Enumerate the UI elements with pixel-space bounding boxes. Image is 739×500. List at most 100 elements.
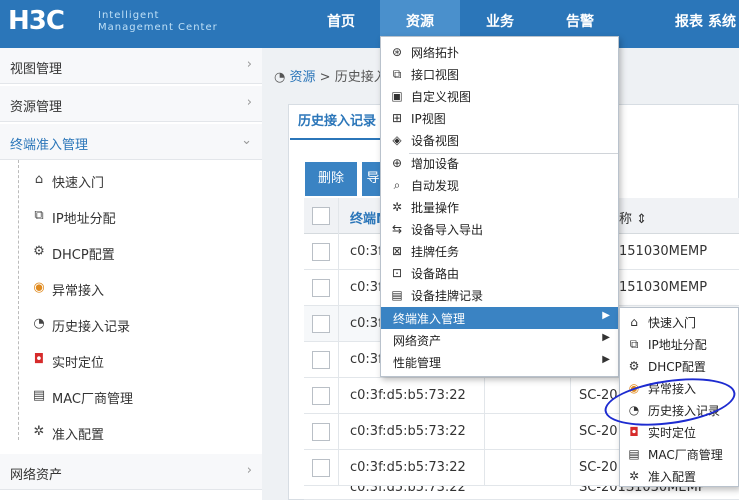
row-checkbox[interactable] [312,279,330,297]
menu-item-label: 设备视图 [411,134,460,148]
column-divider [338,270,339,306]
ip-icon: ⧉ [34,208,44,223]
submenu-item-mac-vendor[interactable]: ▤ MAC厂商管理 [620,443,739,465]
nav-system[interactable]: 系统 [708,0,739,48]
menu-item-device-view[interactable]: ◈ 设备视图 [381,129,618,151]
menu-item-performance[interactable]: 性能管理 ▶ [381,351,618,373]
menu-item-label: 自动发现 [411,179,460,193]
cell-name: SC-20 [579,460,618,475]
sidebar-group-label: 终端准入管理 [10,138,89,153]
row-checkbox[interactable] [312,459,330,477]
cell-mac: c0:3f:d5:b5:73:22 [350,486,466,495]
submenu-item-label: IP地址分配 [648,338,707,352]
home-icon: ⌂ [34,172,44,187]
submenu-item-label: 准入配置 [648,470,697,484]
sidebar-group-label: 网络资产 [10,468,63,483]
column-divider [570,450,571,486]
row-checkbox[interactable] [312,387,330,405]
breadcrumb-link-resource[interactable]: 资源 [289,70,315,85]
sidebar-item-mac-vendor[interactable]: ▤ MAC厂商管理 [0,379,262,415]
row-checkbox[interactable] [312,423,330,441]
sidebar-item-label: 历史接入记录 [52,320,131,335]
menu-item-label: 终端准入管理 [393,312,466,326]
table-row[interactable]: c0:3f:d5:b5:73:22 SC-201S1030MEMP [304,486,739,500]
history-icon: ◔ [33,316,45,331]
sidebar-item-quickstart[interactable]: ⌂ 快速入门 [0,163,262,199]
menu-item-tag-records[interactable]: ▤ 设备挂牌记录 [381,284,618,306]
device-icon: ▤ [628,447,640,461]
sidebar-group-network-assets[interactable]: 网络资产 › [0,454,262,490]
menu-item-terminal-access[interactable]: 终端准入管理 ▶ [381,307,618,329]
column-divider [570,414,571,450]
column-divider [484,450,485,486]
cell-mac: c0:3f:d5:b5:73:22 [350,424,466,439]
select-all-checkbox[interactable] [312,207,330,225]
breadcrumb: ◔ 资源 > 历史接入 [274,66,387,85]
logo-subtitle-line-2: Management Center [98,22,218,33]
submenu-item-quickstart[interactable]: ⌂ 快速入门 [620,311,739,333]
chevron-right-icon: › [246,95,252,110]
sidebar-item-history[interactable]: ◔ 历史接入记录 [0,307,262,343]
resource-dropdown-menu: ⊛ 网络拓扑 ⧉ 接口视图 ▣ 自定义视图 ⊞ IP视图 ◈ 设备视图 ⊕ 增加… [380,36,619,377]
menu-item-import-export[interactable]: ⇆ 设备导入导出 [381,218,618,240]
row-checkbox[interactable] [312,351,330,369]
sidebar-item-label: 快速入门 [52,176,105,191]
menu-item-ip-view[interactable]: ⊞ IP视图 [381,107,618,129]
nav-home[interactable]: 首页 [312,0,370,48]
menu-item-device-route[interactable]: ⊡ 设备路由 [381,262,618,284]
menu-item-label: IP视图 [411,112,446,126]
menu-item-add-device[interactable]: ⊕ 增加设备 [381,152,618,174]
column-header-name[interactable]: 称 ⇕ [619,208,647,227]
ip-view-icon: ⊞ [391,111,403,125]
menu-item-batch-operation[interactable]: ✲ 批量操作 [381,196,618,218]
sidebar-item-location[interactable]: ◘ 实时定位 [0,343,262,379]
submenu-item-label: MAC厂商管理 [648,448,723,462]
column-divider [484,414,485,450]
column-divider [338,234,339,270]
sidebar-group-terminal-access[interactable]: 终端准入管理 ⌄ [0,124,262,160]
row-checkbox[interactable] [312,243,330,261]
warning-icon: ◉ [33,280,45,295]
submenu-item-dhcp[interactable]: ⚙ DHCP配置 [620,355,739,377]
row-checkbox[interactable] [312,315,330,333]
sidebar-group-resource[interactable]: 资源管理 › [0,86,262,122]
ip-icon: ⧉ [629,337,639,351]
menu-item-label: 网络资产 [393,334,442,348]
menu-item-network-assets[interactable]: 网络资产 ▶ [381,329,618,351]
batch-icon: ✲ [391,200,403,214]
column-divider [570,378,571,414]
submenu-item-ip-allocation[interactable]: ⧉ IP地址分配 [620,333,739,355]
menu-item-label: 挂牌任务 [411,245,460,259]
gear-icon: ⚙ [33,244,45,259]
cell-mac: c0:3f [350,352,383,367]
sidebar-item-access-config[interactable]: ✲ 准入配置 [0,415,262,451]
menu-item-label: 性能管理 [393,356,442,370]
delete-button[interactable]: 删除 [305,162,357,196]
cell-name: 151030MEMP [619,280,708,295]
breadcrumb-separator: > [319,70,331,85]
add-device-icon: ⊕ [391,156,403,170]
column-divider [338,378,339,414]
sidebar-group-view[interactable]: 视图管理 › [0,48,262,84]
cell-mac: c0:3f:d5:b5:73:22 [350,388,466,403]
menu-item-auto-discovery[interactable]: ⌕ 自动发现 [381,174,618,196]
menu-item-label: 增加设备 [411,157,460,171]
sidebar-item-ip-allocation[interactable]: ⧉ IP地址分配 [0,199,262,235]
device-view-icon: ◈ [392,133,402,147]
cell-name: SC-20 [579,424,618,439]
cell-mac: c0:3f [350,244,383,259]
tab-history-records[interactable]: 历史接入记录 [290,106,384,140]
menu-item-network-topology[interactable]: ⊛ 网络拓扑 [381,41,618,63]
sidebar-item-label: 准入配置 [52,428,105,443]
h3c-logo: H3C [8,6,65,36]
menu-item-custom-view[interactable]: ▣ 自定义视图 [381,85,618,107]
menu-item-tag-task[interactable]: ⊠ 挂牌任务 [381,240,618,262]
submenu-item-access-config[interactable]: ✲ 准入配置 [620,465,739,487]
chevron-right-icon: › [246,463,252,478]
chevron-right-icon: ▶ [602,332,610,343]
logo-subtitle: Intelligent Management Center [98,10,218,34]
cell-mac: c0:3f [350,280,383,295]
menu-item-interface-view[interactable]: ⧉ 接口视图 [381,63,618,85]
sidebar-item-dhcp[interactable]: ⚙ DHCP配置 [0,235,262,271]
sidebar-item-abnormal-access[interactable]: ◉ 异常接入 [0,271,262,307]
